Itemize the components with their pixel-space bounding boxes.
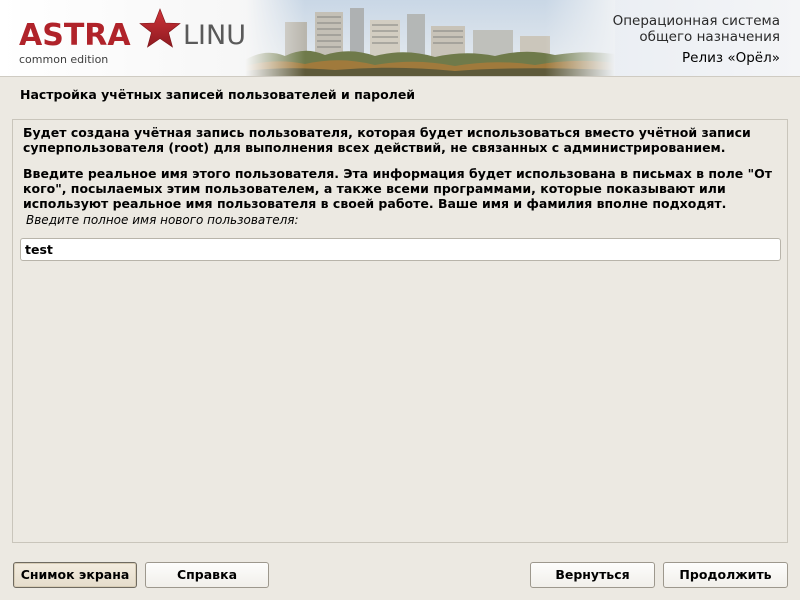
fullname-input[interactable]	[20, 238, 781, 261]
release-name: Релиз «Орёл»	[682, 50, 780, 66]
installer-header: ASTRA LINUX common edition Операционная …	[0, 0, 800, 76]
fullname-field-label: Введите полное имя нового пользователя:	[26, 213, 299, 227]
star-icon	[139, 8, 181, 48]
os-description-line1: Операционная система	[612, 13, 780, 29]
page-title: Настройка учётных записей пользователей …	[20, 87, 416, 102]
cityscape-banner-image	[245, 0, 615, 76]
logo-astra-text: ASTRA	[19, 18, 131, 53]
os-description-line2: общего назначения	[639, 29, 780, 45]
help-button[interactable]: Справка	[145, 562, 269, 588]
back-button[interactable]: Вернуться	[530, 562, 655, 588]
os-release-info: Операционная система общего назначения Р…	[613, 13, 780, 67]
astra-linux-logo: ASTRA LINUX common edition	[0, 0, 265, 76]
logo-edition-text: common edition	[19, 53, 109, 66]
content-panel: Будет создана учётная запись пользовател…	[12, 119, 788, 543]
instruction-paragraph: Введите реальное имя этого пользователя.…	[23, 166, 772, 211]
screenshot-button[interactable]: Снимок экрана	[13, 562, 137, 588]
header-divider	[0, 76, 800, 77]
info-paragraph: Будет создана учётная запись пользовател…	[23, 125, 751, 155]
continue-button[interactable]: Продолжить	[663, 562, 788, 588]
